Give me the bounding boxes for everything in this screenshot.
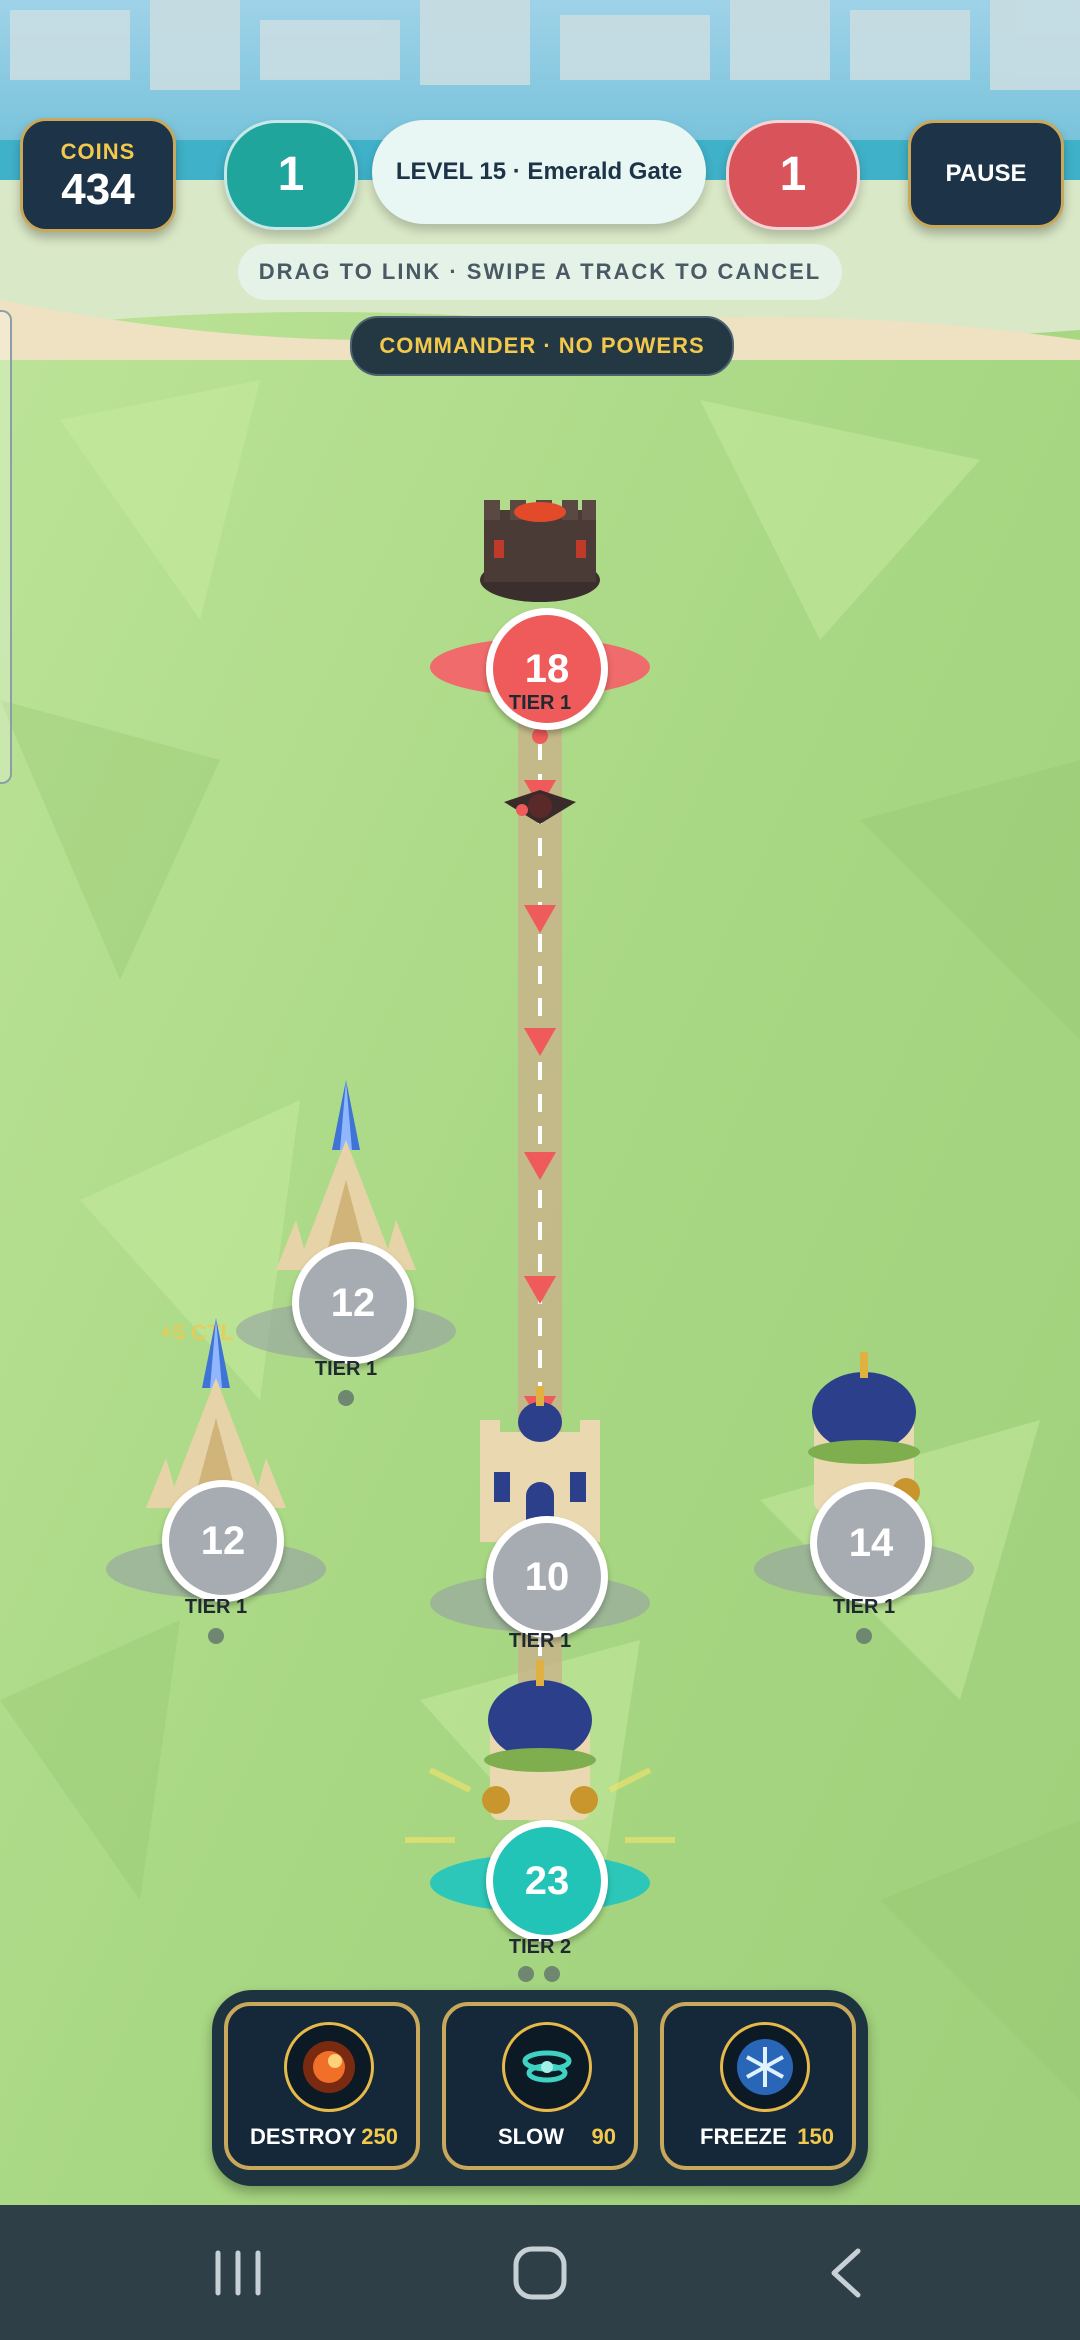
- tower-level-dot: [544, 1966, 560, 1982]
- powers-bar: DESTROY 250 SLOW 90 FREEZE 150: [212, 1990, 868, 2186]
- tower-level-dot: [338, 1390, 354, 1406]
- tower-tier: TIER 1: [832, 1596, 896, 1618]
- level-title: LEVEL 15 · Emerald Gate: [372, 120, 706, 224]
- tower-level-dot: [856, 1628, 872, 1644]
- tower-tier: TIER 2: [508, 1936, 572, 1958]
- pause-button[interactable]: PAUSE: [908, 120, 1064, 228]
- tower-level-dot: [518, 1966, 534, 1982]
- destroy-power-button[interactable]: DESTROY 250: [224, 2002, 420, 2170]
- power-name: SLOW: [498, 2124, 564, 2149]
- fire-meteor-icon: [284, 2022, 374, 2112]
- enemy-tower-count: 1: [726, 120, 860, 230]
- enemy-tower[interactable]: 18 TIER 1: [420, 460, 660, 730]
- neutral-tower[interactable]: 12 TIER 1: [226, 1080, 466, 1406]
- player-tower[interactable]: 23 TIER 2: [420, 1660, 660, 1982]
- tower-level-dot: [208, 1628, 224, 1644]
- power-name: DESTROY: [250, 2124, 357, 2149]
- tower-tier: TIER 1: [184, 1596, 248, 1618]
- coins-label: COINS: [60, 139, 136, 164]
- coins-value: 434: [61, 165, 135, 214]
- neutral-tower[interactable]: 10 TIER 1: [420, 1382, 660, 1652]
- tower-unit-count: 10: [486, 1516, 608, 1638]
- power-cost: 150: [797, 2124, 834, 2149]
- tower-unit-count: 14: [810, 1482, 932, 1604]
- home-icon[interactable]: [510, 2243, 570, 2303]
- neutral-tower[interactable]: 12 TIER 1: [96, 1318, 336, 1644]
- tower-tier: TIER 1: [508, 692, 572, 714]
- power-name: FREEZE: [700, 2124, 787, 2149]
- side-drawer-handle[interactable]: [0, 310, 12, 784]
- coins-counter: COINS 434: [20, 118, 176, 232]
- snowflake-icon: [720, 2022, 810, 2112]
- neutral-tower[interactable]: 14 TIER 1: [744, 1352, 984, 1644]
- commander-status: COMMANDER · NO POWERS: [350, 316, 734, 376]
- tower-unit-count: 23: [486, 1820, 608, 1942]
- back-icon[interactable]: [820, 2245, 876, 2301]
- freeze-power-button[interactable]: FREEZE 150: [660, 2002, 856, 2170]
- vortex-icon: [502, 2022, 592, 2112]
- power-cost: 90: [591, 2124, 616, 2149]
- recents-icon[interactable]: [210, 2245, 266, 2301]
- hint-banner: DRAG TO LINK · SWIPE A TRACK TO CANCEL: [238, 244, 842, 300]
- tower-unit-count: 12: [162, 1480, 284, 1602]
- system-nav-bar: [0, 2205, 1080, 2340]
- slow-power-button[interactable]: SLOW 90: [442, 2002, 638, 2170]
- power-cost: 250: [361, 2124, 398, 2149]
- player-tower-count: 1: [224, 120, 358, 230]
